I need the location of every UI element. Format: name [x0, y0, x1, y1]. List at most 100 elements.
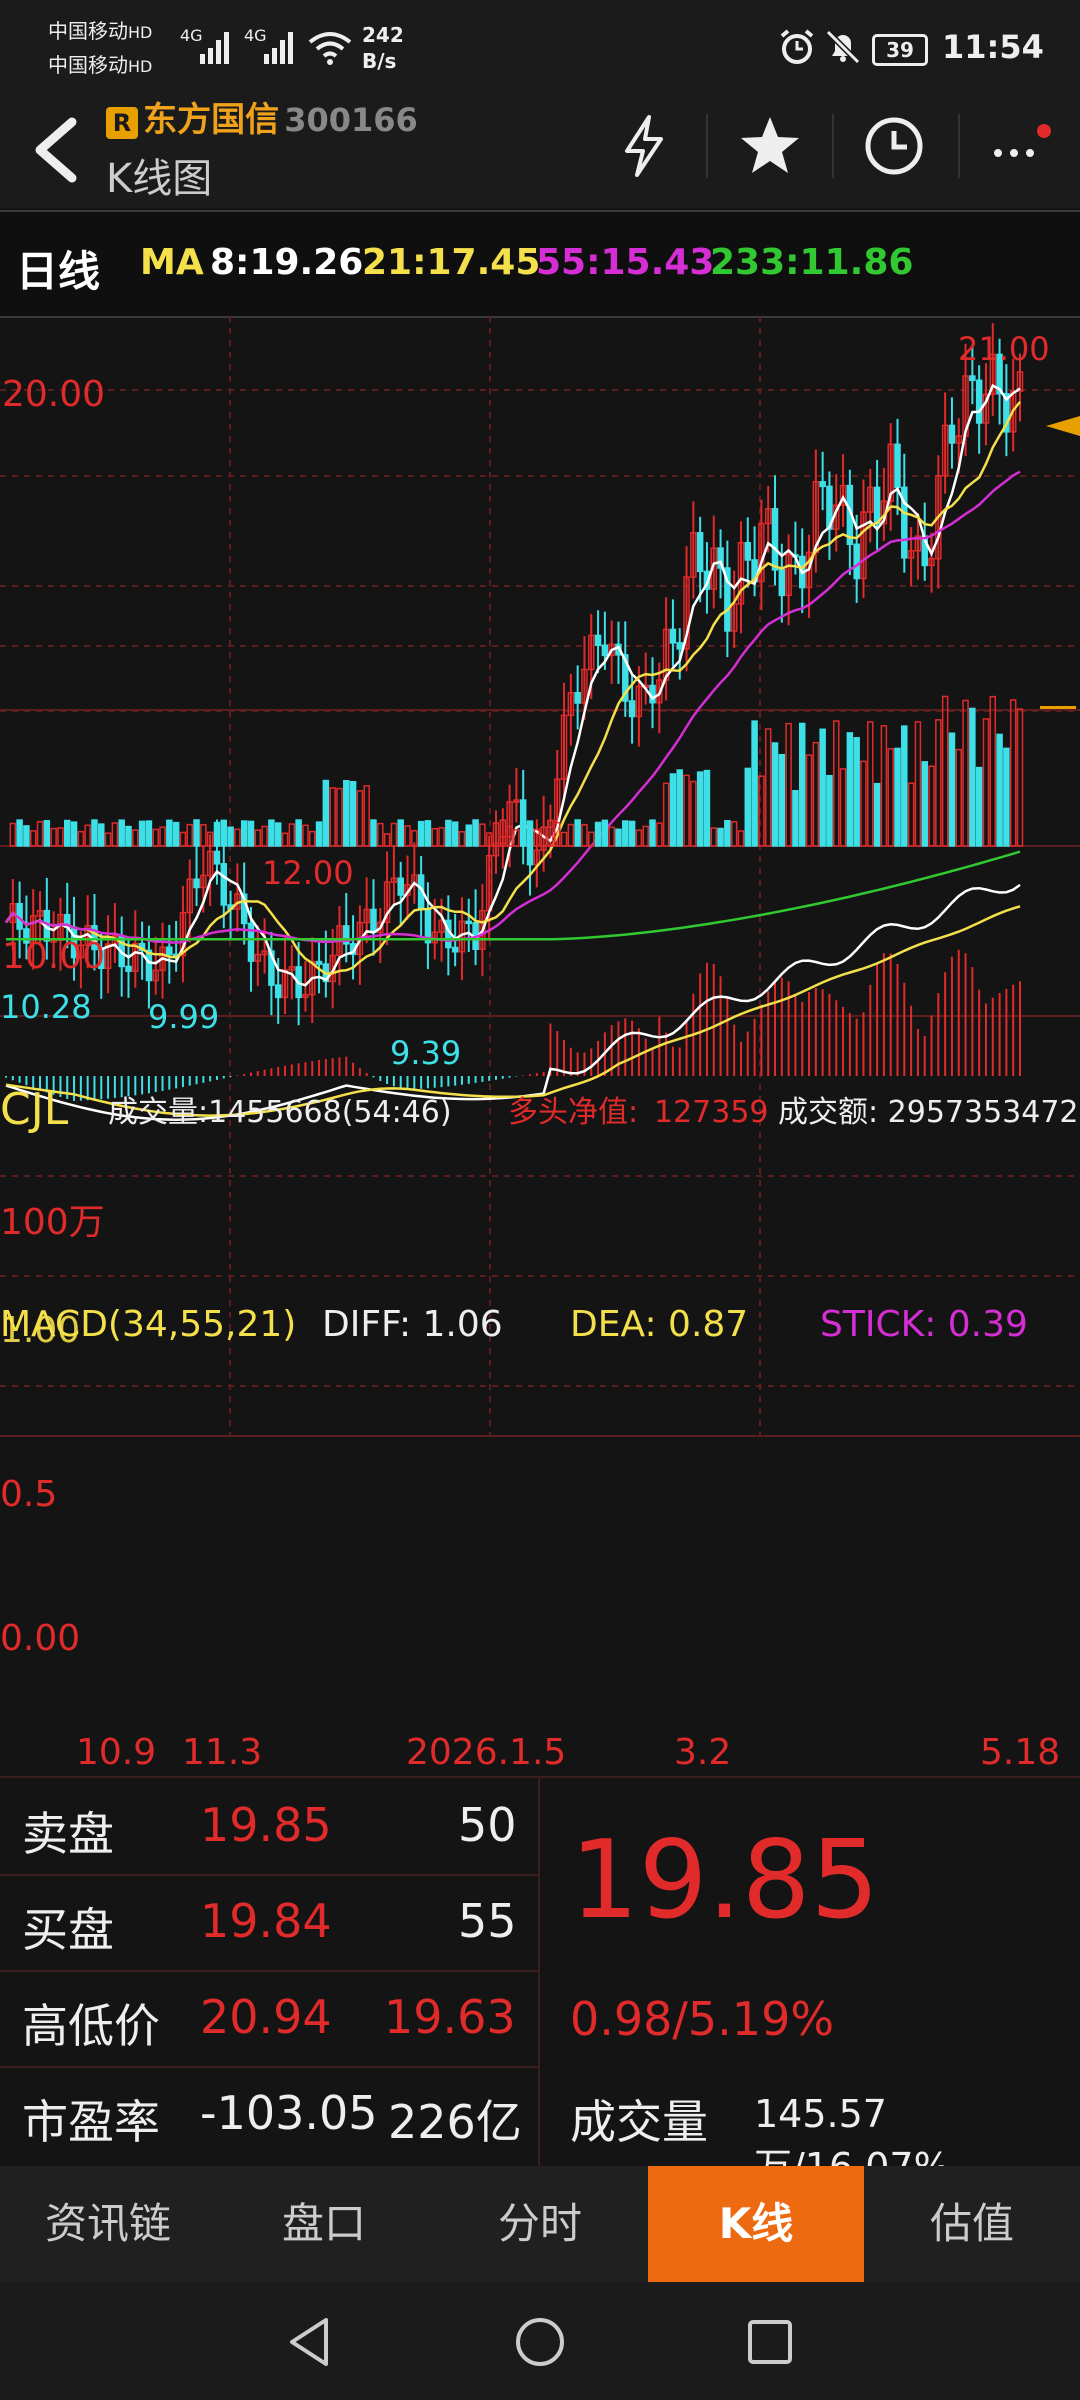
- volume-bar: [445, 819, 452, 847]
- divider: [958, 114, 960, 178]
- x-tick-3: 2026.1.5: [406, 1732, 566, 1773]
- candle-body: [601, 644, 609, 657]
- volume-bar: [758, 775, 765, 847]
- candle-body: [873, 486, 881, 525]
- history-clock-icon[interactable]: [852, 104, 936, 188]
- more-icon[interactable]: [978, 104, 1062, 188]
- volume-bar: [281, 832, 289, 847]
- volume-bar: [519, 820, 527, 847]
- status-bar: 中国移动HD 中国移动HD 4G 4G 242 B/s 39 11:54: [0, 0, 1080, 90]
- divider: [832, 114, 834, 178]
- volume-bar: [581, 824, 588, 847]
- candle-body: [975, 379, 983, 424]
- stock-code: 300166: [284, 101, 418, 139]
- buy-price: 19.84: [200, 1894, 332, 1948]
- volume-bar: [343, 780, 350, 847]
- annotation-12: 12.00: [262, 854, 354, 892]
- volume-bar: [451, 821, 459, 847]
- battery-icon: 39: [872, 34, 928, 66]
- system-nav-bar: [0, 2282, 1080, 2400]
- volume-bar: [1003, 747, 1010, 847]
- volume-bar: [438, 827, 445, 847]
- buy-row[interactable]: 买盘 19.84 55: [0, 1874, 538, 1972]
- stock-name: 东方国信: [143, 100, 280, 140]
- candle-body: [771, 508, 779, 571]
- volume-bar: [744, 767, 752, 847]
- price-change: 0.98/5.19%: [570, 1992, 835, 2046]
- volume-bar: [36, 820, 44, 847]
- volume-bar: [894, 747, 901, 847]
- volume-bar: [104, 832, 112, 847]
- volume-bar: [833, 720, 840, 847]
- nav-back-icon[interactable]: [280, 2312, 340, 2372]
- volume-bar: [669, 773, 677, 847]
- cjl-amount: 成交额: 2957353472: [778, 1095, 1079, 1130]
- candle-body: [628, 700, 636, 718]
- candle-body: [696, 532, 704, 573]
- candle-body: [220, 863, 228, 906]
- candle-body: [465, 920, 473, 925]
- macd-dea: DEA: 0.87: [570, 1304, 748, 1345]
- volume-bar: [826, 774, 833, 847]
- volume-bar: [288, 823, 296, 847]
- volume-bar: [969, 707, 976, 847]
- volume-bar: [615, 828, 622, 847]
- candle-body: [145, 949, 153, 982]
- back-icon[interactable]: [24, 114, 84, 184]
- buy-volume: 55: [458, 1894, 517, 1948]
- kline-chart[interactable]: 20.00 10.00 21.00 12.00 10.28 9.99 9.39 …: [0, 316, 1080, 1776]
- volume-bar: [1016, 708, 1024, 847]
- volume-bar: [724, 819, 731, 847]
- annotation-999: 9.99: [148, 998, 219, 1036]
- cjl-net-label: 多头净值:: [508, 1095, 638, 1130]
- buy-label: 买盘: [22, 1903, 114, 1957]
- net-speed: 242 B/s: [362, 23, 404, 73]
- carrier-2: 中国移动HD: [48, 53, 153, 77]
- macd-stick: STICK: 0.39: [820, 1304, 1028, 1345]
- volume-bar: [132, 829, 139, 847]
- volume-bar: [315, 821, 323, 847]
- divider: [706, 114, 708, 178]
- pe-value: -103.05: [200, 2086, 378, 2140]
- volume-bar: [465, 824, 473, 847]
- ma21-value: 21:17.45: [362, 242, 541, 283]
- volume-bar: [247, 820, 255, 847]
- volume-bar: [574, 819, 581, 847]
- volume-bar: [125, 825, 132, 847]
- tab-valuation[interactable]: 估值: [864, 2166, 1080, 2282]
- volume-bar: [696, 771, 704, 847]
- volume-bar: [594, 821, 602, 847]
- x-tick-2: 11.3: [182, 1732, 262, 1773]
- volume-bar: [43, 820, 51, 847]
- tab-intraday[interactable]: 分时: [432, 2166, 648, 2282]
- volume-bar: [274, 822, 282, 847]
- volume-bar: [567, 823, 575, 847]
- volume-bar: [84, 824, 91, 847]
- tab-news-chain[interactable]: 资讯链: [0, 2166, 216, 2282]
- period-selector[interactable]: 日线: [16, 238, 100, 299]
- lightning-icon[interactable]: [602, 104, 686, 188]
- volume-bar: [118, 819, 125, 847]
- volume-bar: [717, 827, 724, 847]
- volume-bar: [179, 831, 187, 847]
- tab-kline[interactable]: K线: [648, 2166, 864, 2282]
- wifi-icon: [308, 32, 352, 65]
- x-tick-5: 5.18: [980, 1732, 1060, 1773]
- volume-bar: [91, 819, 98, 847]
- sell-row[interactable]: 卖盘 19.85 50: [0, 1778, 538, 1876]
- volume-bar: [764, 728, 772, 847]
- volume-bar: [989, 695, 997, 847]
- volume-bar: [479, 823, 486, 847]
- clock: 11:54: [942, 28, 1044, 66]
- candle-body: [669, 628, 677, 644]
- volume-bar: [234, 828, 241, 847]
- nav-home-icon[interactable]: [510, 2312, 570, 2372]
- nav-recents-icon[interactable]: [740, 2312, 800, 2372]
- ma-label: MA: [140, 242, 204, 283]
- page-subtitle: K线图: [106, 156, 213, 202]
- volume-bar: [70, 821, 78, 847]
- star-icon[interactable]: [728, 104, 812, 188]
- divider: [538, 1778, 540, 2166]
- tab-order-book[interactable]: 盘口: [216, 2166, 432, 2282]
- x-tick-1: 10.9: [76, 1732, 156, 1773]
